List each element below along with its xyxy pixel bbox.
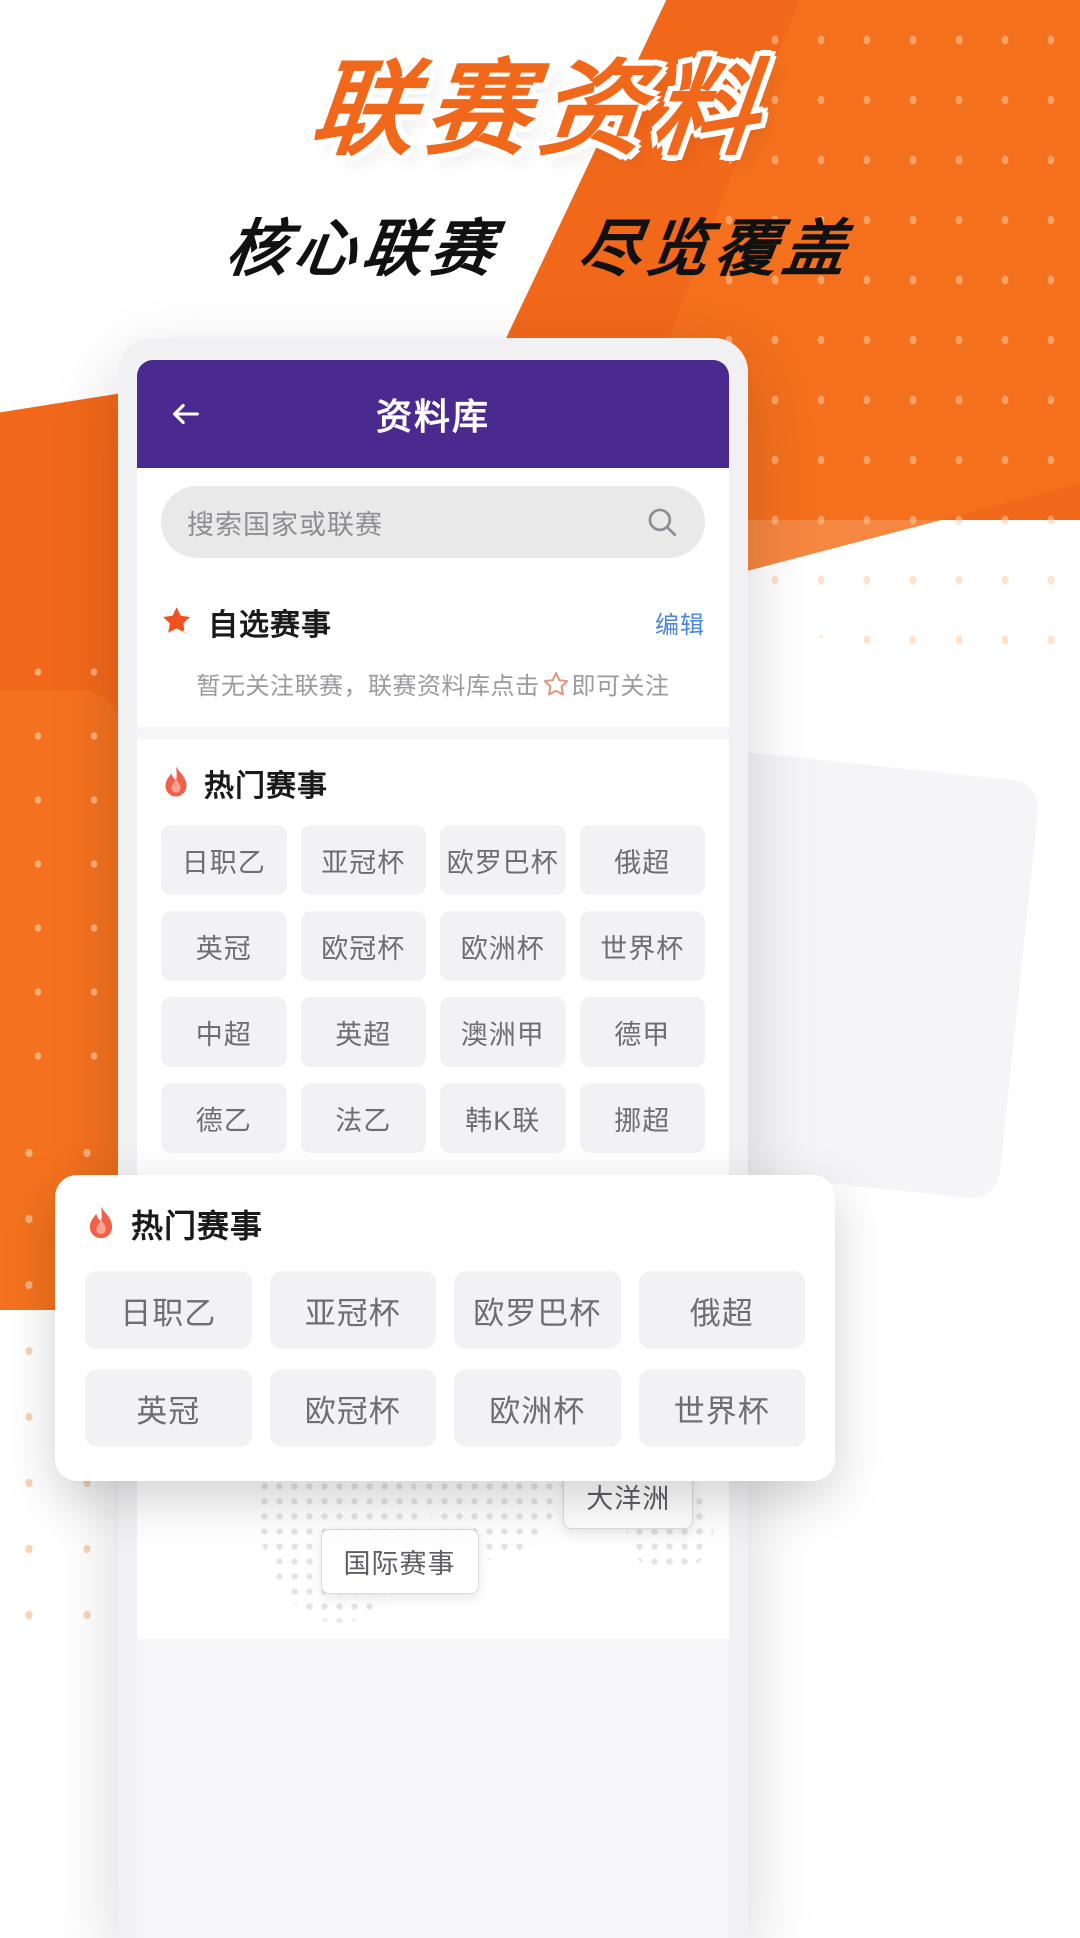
league-chip[interactable]: 英超 bbox=[300, 997, 426, 1067]
back-arrow-icon[interactable] bbox=[163, 391, 209, 437]
favorites-empty-hint: 暂无关注联赛，联赛资料库点击 即可关注 bbox=[161, 666, 705, 701]
league-chip[interactable]: 世界杯 bbox=[579, 911, 705, 981]
poster-subheadline-right: 尽览覆盖 bbox=[574, 215, 857, 285]
league-chip[interactable]: 澳洲甲 bbox=[440, 997, 566, 1067]
league-chip[interactable]: 俄超 bbox=[579, 825, 705, 895]
phone-screen: 资料库 搜索国家或联赛 自选赛事 编辑 暂无关注联赛，联赛资料库点击 即可关注 … bbox=[137, 360, 729, 1938]
fire-icon bbox=[85, 1205, 117, 1243]
hot-events-section: 热门赛事 日职乙 亚冠杯 欧罗巴杯 俄超 英冠 欧冠杯 欧洲杯 世界杯 中超 英… bbox=[137, 739, 729, 1179]
overlay-league-chip[interactable]: 亚冠杯 bbox=[269, 1271, 436, 1349]
search-placeholder: 搜索国家或联赛 bbox=[187, 509, 383, 540]
overlay-chip-grid: 日职乙 亚冠杯 欧罗巴杯 俄超 英冠 欧冠杯 欧洲杯 世界杯 bbox=[85, 1271, 805, 1447]
favorites-header: 自选赛事 编辑 bbox=[161, 600, 705, 644]
star-outline-icon bbox=[542, 670, 570, 698]
poster-subheadline-left: 核心联赛 bbox=[221, 215, 504, 285]
overlay-league-chip[interactable]: 日职乙 bbox=[85, 1271, 252, 1349]
overlay-league-chip[interactable]: 英冠 bbox=[85, 1369, 252, 1447]
overlay-league-chip[interactable]: 欧洲杯 bbox=[454, 1369, 621, 1447]
favorites-empty-text-after: 即可关注 bbox=[571, 673, 670, 700]
map-region-label[interactable]: 国际赛事 bbox=[320, 1528, 479, 1594]
overlay-league-chip[interactable]: 欧罗巴杯 bbox=[454, 1271, 621, 1349]
favorites-edit-link[interactable]: 编辑 bbox=[655, 605, 705, 640]
league-chip[interactable]: 中超 bbox=[161, 997, 287, 1067]
hot-events-title-group: 热门赛事 bbox=[161, 761, 328, 805]
page-title: 资料库 bbox=[375, 396, 490, 437]
overlay-league-chip[interactable]: 欧冠杯 bbox=[269, 1369, 436, 1447]
search-input[interactable]: 搜索国家或联赛 bbox=[161, 486, 705, 558]
search-icon[interactable] bbox=[645, 505, 679, 539]
overlay-title: 热门赛事 bbox=[131, 1208, 264, 1244]
league-chip[interactable]: 韩K联 bbox=[440, 1083, 566, 1153]
hot-events-header: 热门赛事 bbox=[161, 761, 705, 805]
hot-events-chip-grid: 日职乙 亚冠杯 欧罗巴杯 俄超 英冠 欧冠杯 欧洲杯 世界杯 中超 英超 澳洲甲… bbox=[161, 825, 705, 1153]
favorites-title: 自选赛事 bbox=[208, 609, 332, 642]
overlay-league-chip[interactable]: 世界杯 bbox=[638, 1369, 805, 1447]
poster-headline: 联赛资料 bbox=[305, 52, 775, 168]
fire-icon bbox=[161, 765, 191, 801]
star-plus-icon bbox=[161, 605, 195, 639]
league-chip[interactable]: 亚冠杯 bbox=[300, 825, 426, 895]
phone-mockup: 资料库 搜索国家或联赛 自选赛事 编辑 暂无关注联赛，联赛资料库点击 即可关注 … bbox=[118, 338, 748, 1938]
hot-events-overlay-card: 热门赛事 日职乙 亚冠杯 欧罗巴杯 俄超 英冠 欧冠杯 欧洲杯 世界杯 bbox=[55, 1175, 835, 1481]
overlay-league-chip[interactable]: 俄超 bbox=[638, 1271, 805, 1349]
league-chip[interactable]: 挪超 bbox=[579, 1083, 705, 1153]
league-chip[interactable]: 法乙 bbox=[300, 1083, 426, 1153]
league-chip[interactable]: 欧罗巴杯 bbox=[440, 825, 566, 895]
league-chip[interactable]: 英冠 bbox=[161, 911, 287, 981]
league-chip[interactable]: 德甲 bbox=[579, 997, 705, 1067]
app-header: 资料库 bbox=[137, 360, 729, 468]
search-zone: 搜索国家或联赛 bbox=[137, 468, 729, 578]
league-chip[interactable]: 欧洲杯 bbox=[440, 911, 566, 981]
league-chip[interactable]: 欧冠杯 bbox=[300, 911, 426, 981]
league-chip[interactable]: 德乙 bbox=[161, 1083, 287, 1153]
favorites-title-group: 自选赛事 bbox=[161, 600, 332, 644]
overlay-header: 热门赛事 bbox=[85, 1201, 805, 1247]
poster-headline-block: 联赛资料 核心联赛 尽览覆盖 bbox=[0, 52, 1080, 288]
favorites-empty-text-before: 暂无关注联赛，联赛资料库点击 bbox=[196, 673, 540, 700]
hot-events-title: 热门赛事 bbox=[204, 770, 328, 803]
poster-subheadline: 核心联赛 尽览覆盖 bbox=[0, 198, 1080, 288]
league-chip[interactable]: 日职乙 bbox=[161, 825, 287, 895]
favorites-section: 自选赛事 编辑 暂无关注联赛，联赛资料库点击 即可关注 bbox=[137, 578, 729, 727]
